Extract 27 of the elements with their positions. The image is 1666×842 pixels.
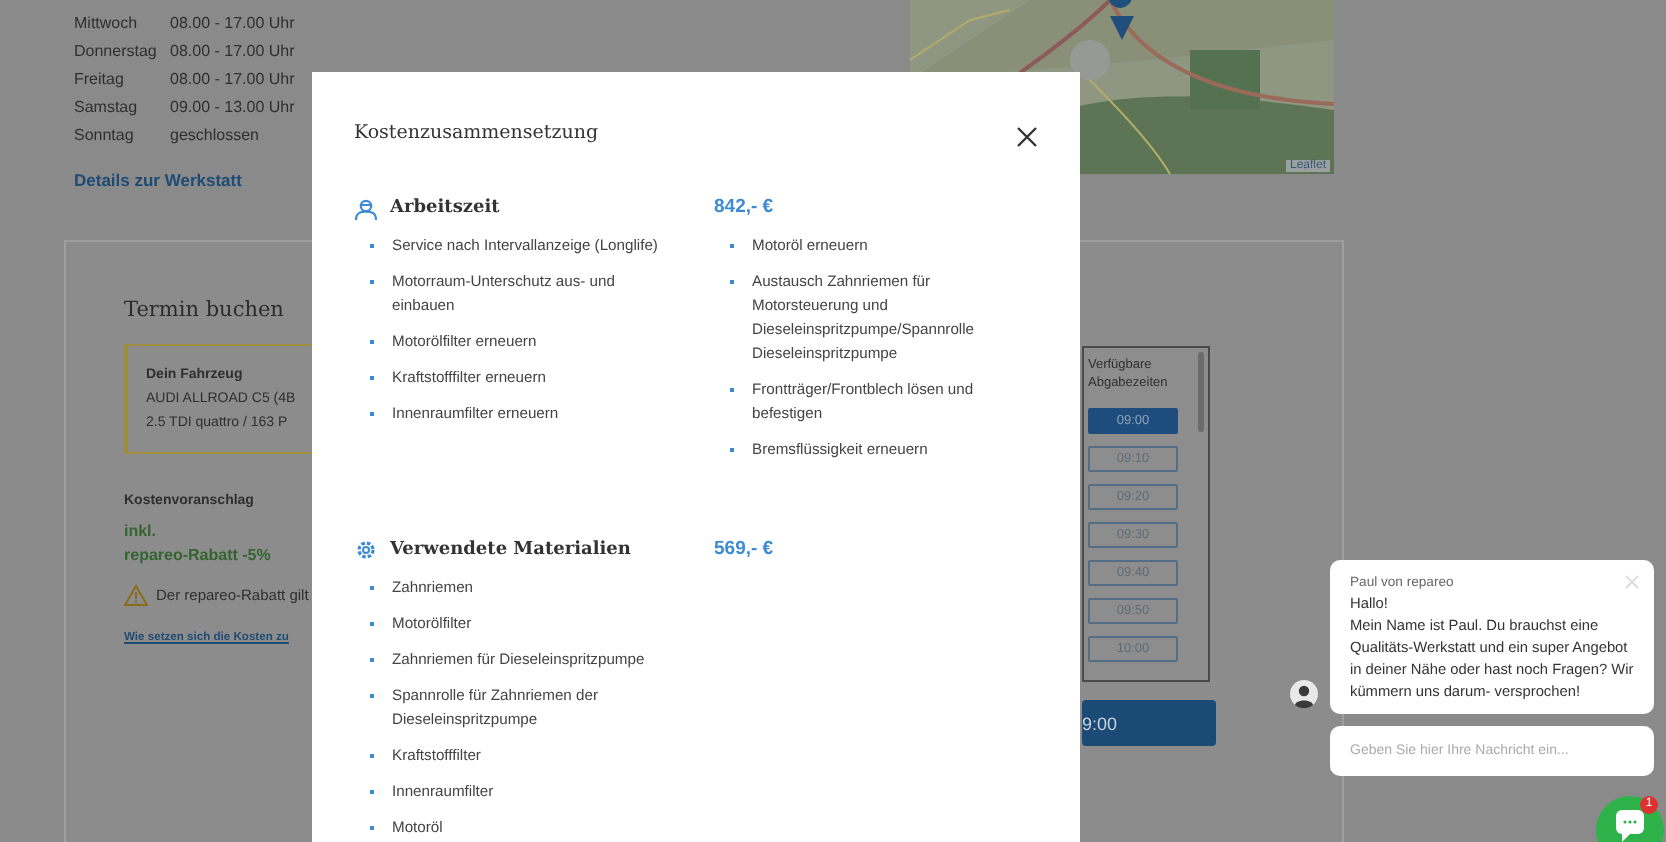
- confirm-button[interactable]: 9:00: [1082, 700, 1216, 746]
- price: 842,- €: [714, 194, 774, 222]
- section-heading: Arbeitszeit: [390, 198, 500, 218]
- opening-hours: 08.00 - 17.00 Uhr: [170, 40, 295, 64]
- opening-hours: 09.00 - 13.00 Uhr: [170, 96, 295, 120]
- avatar-icon: [1290, 680, 1318, 708]
- warning-icon: [124, 584, 148, 606]
- opening-hours: 08.00 - 17.00 Uhr: [170, 12, 295, 36]
- close-button[interactable]: [1016, 123, 1038, 145]
- weekday: Sonntag: [74, 124, 136, 148]
- modal-title: Kostenzusammensetzung: [354, 120, 599, 148]
- section-title: Termin buchen: [124, 296, 284, 326]
- gear-icon: [354, 538, 378, 562]
- price: 569,- €: [714, 536, 774, 564]
- weekday: Donnerstag: [74, 40, 159, 64]
- opening-hours: geschlossen: [170, 124, 259, 148]
- worker-icon: [354, 197, 378, 219]
- weekday: Mittwoch: [74, 12, 140, 36]
- weekday: Freitag: [74, 68, 126, 92]
- opening-hours: 08.00 - 17.00 Uhr: [170, 68, 295, 92]
- section-heading: Verwendete Materialien: [390, 540, 631, 560]
- discount-text: inkl.: [124, 520, 157, 544]
- discount-text: repareo-Rabatt -5%: [124, 544, 271, 568]
- weekday: Samstag: [74, 96, 140, 120]
- scrollbar: [1198, 352, 1204, 432]
- workshop-details-link[interactable]: Details zur Werkstatt: [74, 170, 242, 190]
- chat-icon: [1616, 810, 1644, 842]
